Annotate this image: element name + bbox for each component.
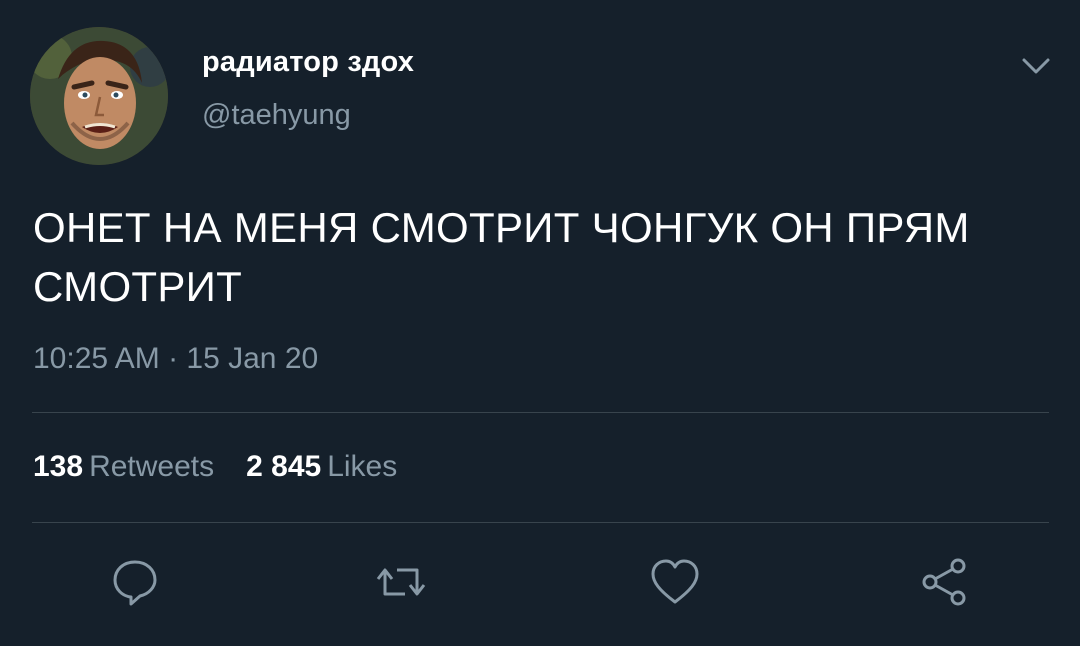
chevron-down-icon[interactable] <box>1018 52 1054 80</box>
likes-count: 2 845 <box>246 450 322 483</box>
retweet-icon[interactable] <box>375 556 427 608</box>
tweet-detail: радиатор здох @taehyung ОНЕТ НА МЕНЯ СМО… <box>0 0 1080 646</box>
divider <box>32 412 1049 413</box>
tweet-timestamp[interactable]: 10:25 AM · 15 Jan 20 <box>33 342 318 376</box>
reply-icon[interactable] <box>109 556 161 608</box>
retweets-count: 138 <box>33 450 84 483</box>
user-handle[interactable]: @taehyung <box>202 99 351 132</box>
divider <box>32 522 1049 523</box>
tweet-text: ОНЕТ НА МЕНЯ СМОТРИТ ЧОНГУК ОН ПРЯМ СМОТ… <box>33 204 970 310</box>
share-icon[interactable] <box>918 556 970 608</box>
avatar-portrait-image <box>30 27 168 165</box>
likes-stat[interactable]: 2 845 Likes <box>246 450 397 484</box>
retweets-stat[interactable]: 138 Retweets <box>33 450 214 484</box>
heart-icon[interactable] <box>649 556 701 608</box>
display-name[interactable]: радиатор здох <box>202 46 414 79</box>
tweet-stats: 138 Retweets 2 845 Likes <box>33 450 397 484</box>
retweets-label: Retweets <box>89 450 215 483</box>
avatar[interactable] <box>30 27 168 165</box>
likes-label: Likes <box>327 450 398 483</box>
